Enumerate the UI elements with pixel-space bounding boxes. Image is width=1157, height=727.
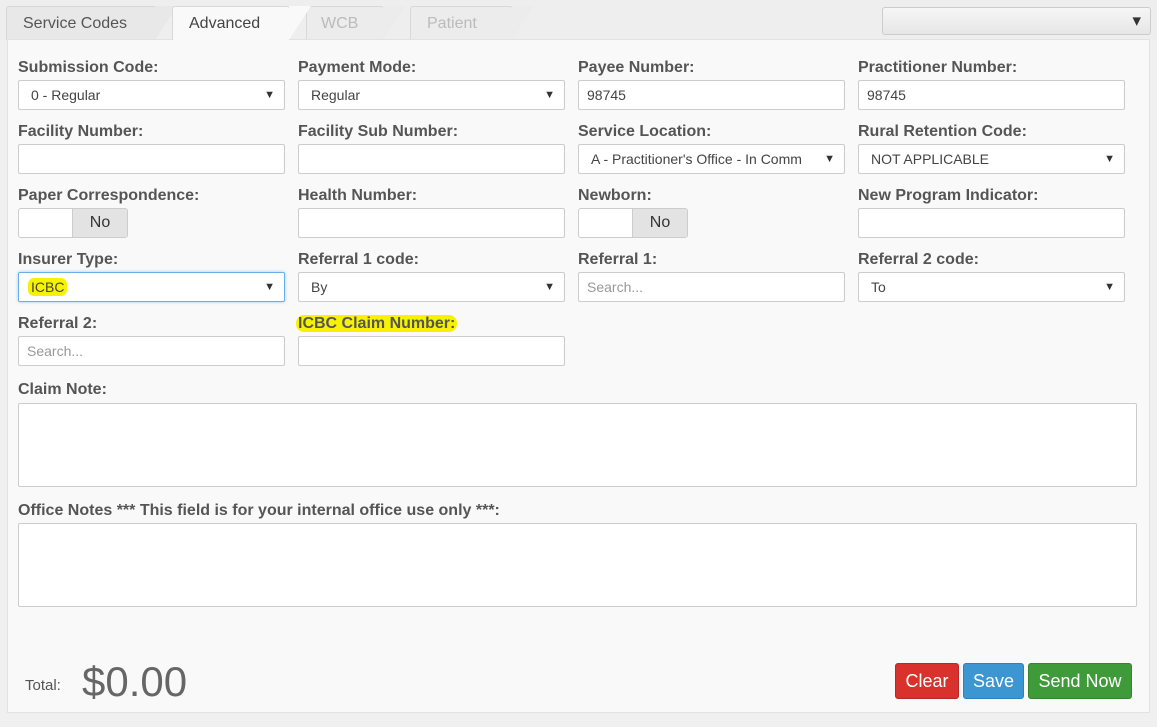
newborn-toggle[interactable]: No (578, 208, 688, 238)
paper-correspondence-toggle[interactable]: No (18, 208, 128, 238)
chevron-down-icon: ▼ (264, 89, 275, 101)
service-location-value: A - Practitioner's Office - In Comm (591, 151, 802, 167)
referral-2-label: Referral 2: (18, 315, 98, 332)
submission-code-select[interactable]: 0 - Regular ▼ (18, 80, 285, 110)
save-button[interactable]: Save (963, 663, 1024, 699)
chevron-down-icon: ▼ (1104, 281, 1115, 293)
facility-sub-number-input[interactable] (298, 144, 565, 174)
submission-code-value: 0 - Regular (31, 87, 101, 103)
payee-number-input[interactable]: 98745 (578, 80, 845, 110)
health-number-label: Health Number: (298, 187, 418, 204)
total-amount: $0.00 (82, 658, 188, 705)
insurer-type-label: Insurer Type: (18, 251, 119, 268)
office-notes-textarea[interactable] (18, 523, 1137, 607)
rural-retention-code-label: Rural Retention Code: (858, 123, 1027, 140)
facility-sub-number-label: Facility Sub Number: (298, 123, 459, 140)
tab-label: Service Codes (23, 15, 128, 32)
send-now-button[interactable]: Send Now (1028, 663, 1132, 699)
tab-label: Advanced (189, 15, 261, 32)
tab-patient[interactable]: Patient (410, 6, 534, 40)
referral-1-code-label: Referral 1 code: (298, 251, 419, 268)
referral-1-code-select[interactable]: By ▼ (298, 272, 565, 302)
tab-label: Patient (427, 15, 477, 32)
icbc-claim-number-label-text: ICBC Claim Number: (296, 315, 458, 332)
chevron-down-icon: ▼ (820, 145, 835, 173)
chevron-down-icon: ▼ (1132, 14, 1141, 28)
payee-number-value: 98745 (587, 87, 626, 103)
new-program-indicator-input[interactable] (858, 208, 1125, 238)
tab-advanced[interactable]: Advanced (172, 6, 311, 40)
practitioner-number-input[interactable]: 98745 (858, 80, 1125, 110)
referral-1-search-input[interactable]: Search... (578, 272, 845, 302)
icbc-claim-number-label: ICBC Claim Number: (296, 315, 458, 333)
referral-2-code-select[interactable]: To ▼ (858, 272, 1125, 302)
new-program-indicator-label: New Program Indicator: (858, 187, 1039, 204)
insurer-type-value: ICBC (28, 278, 68, 296)
toggle-knob: No (72, 209, 127, 237)
clear-button[interactable]: Clear (895, 663, 959, 699)
payment-mode-select[interactable]: Regular ▼ (298, 80, 565, 110)
insurer-type-select[interactable]: ICBC ▼ (18, 272, 285, 302)
service-location-label: Service Location: (578, 123, 712, 140)
referral-1-placeholder: Search... (587, 279, 644, 295)
rural-retention-code-value: NOT APPLICABLE (871, 151, 990, 167)
top-dropdown[interactable]: ▼ (882, 7, 1151, 35)
chevron-down-icon: ▼ (544, 89, 555, 101)
facility-number-input[interactable] (18, 144, 285, 174)
paper-correspondence-label: Paper Correspondence: (18, 187, 200, 204)
tab-bar: Service Codes Advanced WCB Patient ▼ (0, 0, 1157, 40)
practitioner-number-value: 98745 (867, 87, 906, 103)
referral-1-label: Referral 1: (578, 251, 658, 268)
rural-retention-code-select[interactable]: NOT APPLICABLE ▼ (858, 144, 1125, 174)
tab-wcb[interactable]: WCB (306, 6, 405, 40)
referral-1-code-value: By (311, 279, 328, 295)
icbc-claim-number-input[interactable] (298, 336, 565, 366)
chevron-down-icon: ▼ (544, 281, 555, 293)
office-notes-label: Office Notes *** This field is for your … (18, 502, 500, 519)
total-label: Total: (25, 677, 61, 694)
referral-2-placeholder: Search... (27, 343, 84, 359)
referral-2-code-value: To (871, 279, 886, 295)
payment-mode-label: Payment Mode: (298, 59, 417, 76)
facility-number-label: Facility Number: (18, 123, 144, 140)
newborn-label: Newborn: (578, 187, 652, 204)
tab-service-codes[interactable]: Service Codes (6, 6, 177, 40)
health-number-input[interactable] (298, 208, 565, 238)
practitioner-number-label: Practitioner Number: (858, 59, 1018, 76)
payee-number-label: Payee Number: (578, 59, 695, 76)
referral-2-search-input[interactable]: Search... (18, 336, 285, 366)
chevron-down-icon: ▼ (1104, 153, 1115, 165)
claim-note-textarea[interactable] (18, 403, 1137, 487)
payment-mode-value: Regular (311, 87, 361, 103)
submission-code-label: Submission Code: (18, 59, 159, 76)
service-location-select[interactable]: A - Practitioner's Office - In Comm ▼ (578, 144, 845, 174)
tab-label: WCB (321, 15, 359, 32)
toggle-knob: No (632, 209, 687, 237)
referral-2-code-label: Referral 2 code: (858, 251, 979, 268)
claim-note-label: Claim Note: (18, 381, 107, 398)
chevron-down-icon: ▼ (264, 281, 275, 293)
